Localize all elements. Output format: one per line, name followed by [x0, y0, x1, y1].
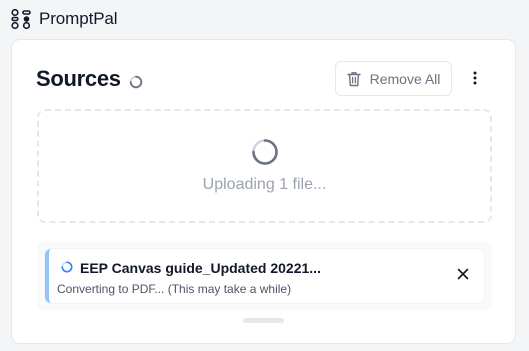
file-name: EEP Canvas guide_Updated 20221...: [80, 260, 321, 276]
sources-title: Sources: [36, 66, 121, 91]
more-options-button[interactable]: [465, 66, 485, 90]
list-item[interactable]: EEP Canvas guide_Updated 20221... Conver…: [45, 249, 484, 303]
remove-all-label: Remove All: [369, 70, 441, 87]
close-icon[interactable]: [456, 267, 470, 281]
kebab-menu-icon: [473, 71, 477, 85]
scroll-handle[interactable]: [243, 318, 284, 323]
sources-panel: Sources Remove All Uploading 1 file... E…: [11, 39, 516, 344]
loading-spinner-icon: [61, 261, 73, 273]
app-header: PromptPal: [10, 8, 118, 30]
upload-status-text: Uploading 1 file...: [202, 176, 327, 193]
app-title: PromptPal: [39, 9, 118, 28]
loading-spinner-icon: [129, 75, 142, 88]
loading-spinner-icon: [251, 139, 278, 165]
upload-dropzone[interactable]: Uploading 1 file...: [37, 109, 492, 223]
file-status: Converting to PDF... (This may take a wh…: [57, 282, 292, 296]
remove-all-button[interactable]: Remove All: [335, 61, 452, 96]
dots-network-icon: [10, 8, 32, 30]
trash-icon: [346, 71, 361, 86]
file-list: EEP Canvas guide_Updated 20221... Conver…: [37, 241, 492, 311]
